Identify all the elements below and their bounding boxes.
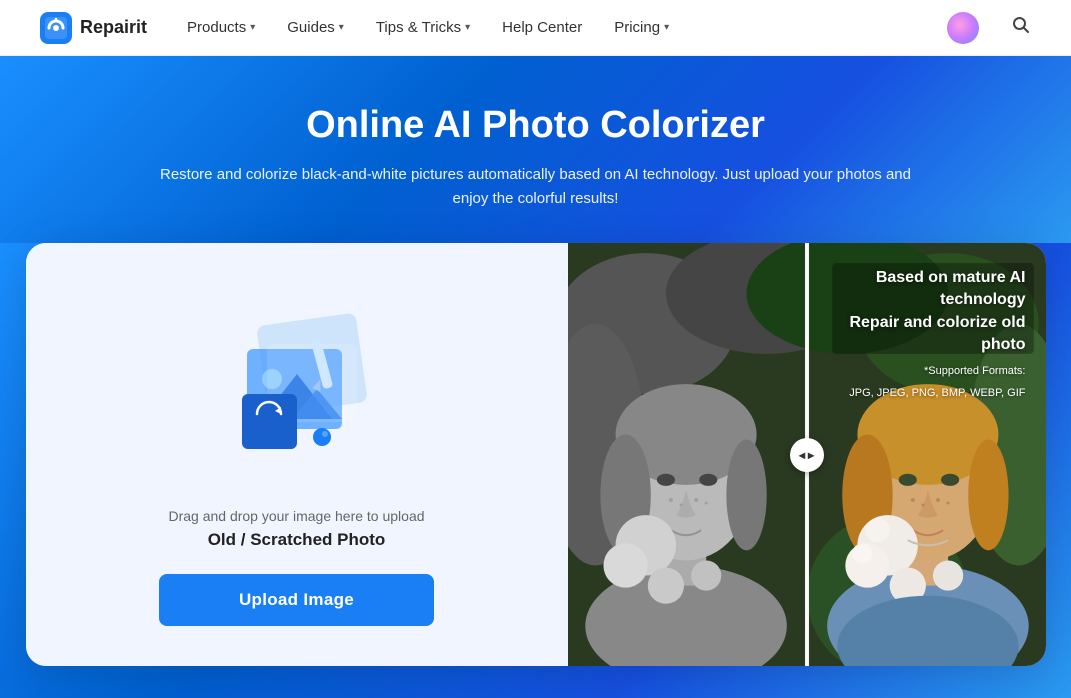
tool-card: Drag and drop your image here to upload … [26, 243, 1046, 666]
illustration-svg [192, 289, 402, 479]
nav-pricing[interactable]: Pricing ▾ [614, 19, 669, 36]
user-avatar[interactable] [947, 12, 979, 44]
hero-subtitle: Restore and colorize black-and-white pic… [146, 163, 926, 211]
tips-chevron-icon: ▾ [465, 22, 470, 33]
preview-panel: Based on mature AI technology Repair and… [568, 243, 1046, 666]
logo-icon [40, 12, 72, 44]
search-icon[interactable] [1011, 15, 1031, 40]
upload-panel: Drag and drop your image here to upload … [26, 243, 568, 666]
preview-title-line2: Repair and colorize old photo [807, 312, 1026, 357]
drag-drop-text: Drag and drop your image here to upload [168, 508, 424, 524]
products-chevron-icon: ▾ [250, 22, 255, 33]
preview-title-line1: Based on mature AI technology [807, 267, 1026, 312]
main-area: Drag and drop your image here to upload … [0, 243, 1071, 698]
arrow-right-icon: ▸ [808, 448, 814, 462]
nav-guides[interactable]: Guides ▾ [287, 19, 344, 36]
arrow-left-icon: ◂ [799, 448, 805, 462]
nav-products[interactable]: Products ▾ [187, 19, 255, 36]
hero-section: Online AI Photo Colorizer Restore and co… [0, 56, 1071, 243]
nav-tips-tricks[interactable]: Tips & Tricks ▾ [376, 19, 470, 36]
upload-file-type-label: Old / Scratched Photo [208, 530, 386, 550]
preview-formats-label: *Supported Formats: [807, 363, 1026, 380]
logo-text: Repairit [80, 17, 147, 38]
navbar: Repairit Products ▾ Guides ▾ Tips & Tric… [0, 0, 1071, 56]
upload-image-button[interactable]: Upload Image [159, 574, 434, 626]
pricing-chevron-icon: ▾ [664, 22, 669, 33]
upload-illustration [187, 284, 407, 484]
nav-help-center[interactable]: Help Center [502, 19, 582, 36]
logo-link[interactable]: Repairit [40, 12, 147, 44]
guides-chevron-icon: ▾ [339, 22, 344, 33]
preview-formats-list: JPG, JPEG, PNG, BMP, WEBP, GIF [807, 385, 1026, 402]
hero-title: Online AI Photo Colorizer [20, 104, 1051, 147]
divider-handle[interactable]: ◂ ▸ [790, 438, 824, 472]
